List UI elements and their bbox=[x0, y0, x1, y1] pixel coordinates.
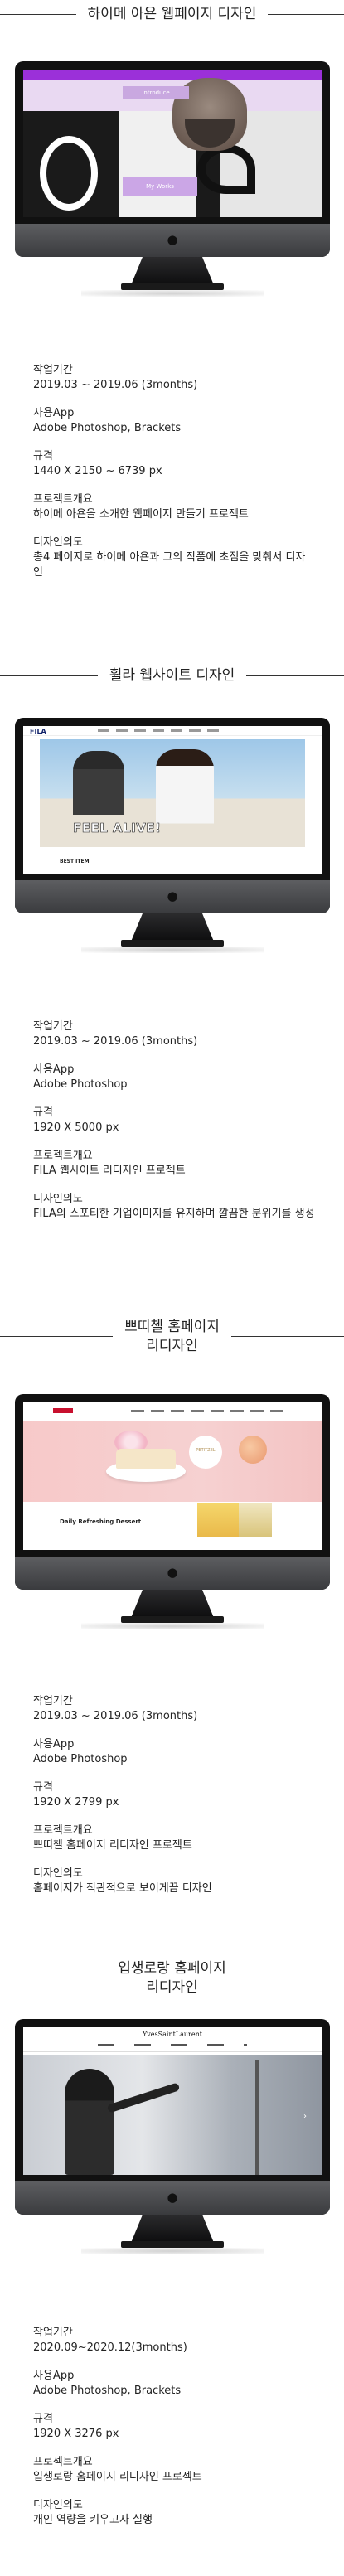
brand-logo: YvesSaintLaurent bbox=[143, 2031, 202, 2038]
detail-period: 작업기간 2020.09~2020.12(3months) bbox=[33, 2327, 187, 2354]
imac-stand bbox=[131, 913, 214, 942]
website-screenshot: FILA FEEL ALIVE! BEST ITEM bbox=[23, 726, 322, 874]
introduce-button: Introduce bbox=[123, 86, 189, 99]
hero-text: FEEL ALIVE! bbox=[73, 821, 162, 836]
project-details: 작업기간 2019.03 ~ 2019.06 (3months) 사용App A… bbox=[33, 363, 315, 593]
section-label: BEST ITEM bbox=[60, 859, 90, 864]
imac-stand bbox=[131, 257, 214, 285]
detail-intent: 디자인의도 총4 페이지로 하이메 아욘과 그의 작품에 초점을 맞춰서 디자인 bbox=[33, 536, 306, 579]
imac-stand bbox=[131, 1590, 214, 1618]
heading-rule bbox=[0, 675, 98, 676]
project-heading: 입생로랑 홈페이지 리디자인 bbox=[0, 1959, 344, 1997]
website-screenshot: YvesSaintLaurent › bbox=[23, 2027, 322, 2175]
apple-logo-icon: ● bbox=[167, 1565, 178, 1580]
heading-rule bbox=[0, 13, 76, 15]
detail-app: 사용App Adobe Photoshop bbox=[33, 1063, 128, 1091]
product-badge: PETITZEL bbox=[189, 1436, 222, 1469]
project-heading: 하이메 아욘 웹페이지 디자인 bbox=[0, 5, 344, 24]
project-title: 휠라 웹사이트 디자인 bbox=[109, 667, 235, 684]
project-details: 작업기간 2020.09~2020.12(3months) 사용App Adob… bbox=[33, 2326, 315, 2541]
detail-period: 작업기간 2019.03 ~ 2019.06 (3months) bbox=[33, 1695, 198, 1722]
detail-app: 사용App Adobe Photoshop bbox=[33, 1738, 128, 1765]
detail-overview: 프로젝트개요 하이메 아욘을 소개한 웹페이지 만들기 프로젝트 bbox=[33, 493, 249, 521]
detail-size: 규격 1920 X 3276 px bbox=[33, 2413, 119, 2440]
detail-intent: 디자인의도 홈페이지가 직관적으로 보이게끔 디자인 bbox=[33, 1867, 212, 1895]
my-works-bar: My Works bbox=[123, 177, 197, 196]
imac-foot bbox=[121, 283, 224, 290]
imac-foot bbox=[121, 1616, 224, 1623]
chevron-right-icon: › bbox=[303, 2112, 307, 2121]
apple-logo-icon: ● bbox=[167, 232, 178, 247]
heading-rule bbox=[246, 675, 344, 676]
detail-period: 작업기간 2019.03 ~ 2019.06 (3months) bbox=[33, 1020, 198, 1048]
section-label: Daily Refreshing Dessert bbox=[60, 1518, 142, 1525]
website-screenshot: Introduce My Works bbox=[23, 70, 322, 217]
imac-foot bbox=[121, 2241, 224, 2248]
detail-app: 사용App Adobe Photoshop, Brackets bbox=[33, 2370, 182, 2397]
imac-stand bbox=[131, 2215, 214, 2243]
detail-overview: 프로젝트개요 입생로랑 홈페이지 리디자인 프로젝트 bbox=[33, 2456, 202, 2483]
detail-size: 규격 1920 X 2799 px bbox=[33, 1781, 119, 1809]
detail-size: 규격 1920 X 5000 px bbox=[33, 1106, 119, 1134]
project-heading: 쁘띠첼 홈페이지 리디자인 bbox=[0, 1318, 344, 1356]
detail-app: 사용App Adobe Photoshop, Brackets bbox=[33, 407, 182, 434]
project-title: 하이메 아욘 웹페이지 디자인 bbox=[87, 6, 257, 22]
website-screenshot: PETITZEL Daily Refreshing Dessert bbox=[23, 1402, 322, 1550]
apple-logo-icon: ● bbox=[167, 2190, 178, 2205]
detail-size: 규격 1440 X 2150 ~ 6739 px bbox=[33, 450, 162, 477]
apple-logo-icon: ● bbox=[167, 889, 178, 903]
detail-period: 작업기간 2019.03 ~ 2019.06 (3months) bbox=[33, 364, 198, 391]
detail-intent: 디자인의도 개인 역량을 키우고자 실행 bbox=[33, 2499, 153, 2526]
detail-overview: 프로젝트개요 FILA 웹사이트 리디자인 프로젝트 bbox=[33, 1150, 186, 1177]
fila-logo: FILA bbox=[30, 728, 46, 735]
heading-rule bbox=[268, 13, 344, 15]
project-title: 입생로랑 홈페이지 리디자인 bbox=[118, 1960, 226, 1996]
detail-intent: 디자인의도 FILA의 스포티한 기업이미지를 유지하며 깔끔한 분위기를 생성 bbox=[33, 1193, 315, 1220]
brand-logo bbox=[53, 1408, 73, 1413]
detail-overview: 프로젝트개요 쁘띠첼 홈페이지 리디자인 프로젝트 bbox=[33, 1824, 192, 1852]
project-title: 쁘띠첼 홈페이지 리디자인 bbox=[124, 1319, 220, 1354]
heading-rule bbox=[230, 1336, 344, 1338]
imac-foot bbox=[121, 940, 224, 947]
heading-rule bbox=[0, 1336, 114, 1338]
project-details: 작업기간 2019.03 ~ 2019.06 (3months) 사용App A… bbox=[33, 1019, 315, 1235]
project-details: 작업기간 2019.03 ~ 2019.06 (3months) 사용App A… bbox=[33, 1694, 315, 1910]
project-heading: 휠라 웹사이트 디자인 bbox=[0, 666, 344, 685]
